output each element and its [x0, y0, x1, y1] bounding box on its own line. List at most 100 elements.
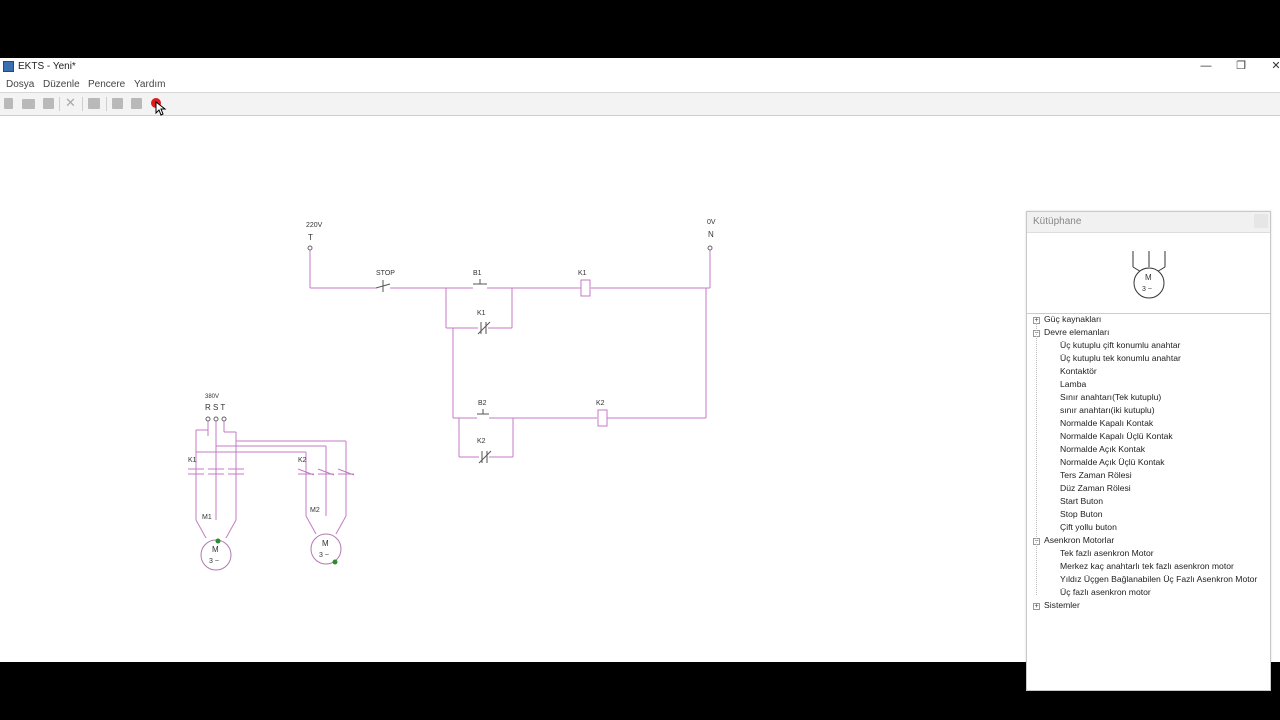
menu-duzenle[interactable]: Düzenle — [43, 79, 80, 90]
tree-item-label: Düz Zaman Rölesi — [1060, 483, 1131, 493]
power-k1-label: K1 — [188, 457, 197, 464]
motor1-symbol: M — [212, 545, 219, 554]
terminal-n — [707, 245, 713, 251]
tree-item-label: Normalde Açık Kontak — [1060, 444, 1146, 454]
k1-contact-label: K1 — [477, 310, 486, 317]
supply-right-neutral: N — [708, 230, 714, 239]
tree-item-label: Sınır anahtarı(Tek kutuplu) — [1060, 392, 1162, 402]
tree-item-duz-zaman-rolesi[interactable]: Düz Zaman Rölesi — [1060, 483, 1131, 496]
preview-motor-symbol: M — [1145, 273, 1152, 282]
tree-item-yildiz-ucgen-motor[interactable]: Yıldız Üçgen Bağlanabilen Üç Fazlı Asenk… — [1060, 574, 1257, 587]
stop-label: STOP — [376, 270, 395, 277]
wire — [305, 515, 317, 535]
wire — [225, 519, 237, 539]
power-voltage: 380V — [205, 394, 219, 400]
close-button[interactable]: ✕ — [1256, 58, 1280, 76]
motor-preview-icon: M 3 ~ — [1132, 251, 1166, 299]
window-title: EKTS - Yeni* — [18, 61, 76, 72]
tree-item-tek-fazli-asenkron-motor[interactable]: Tek fazlı asenkron Motor — [1060, 548, 1154, 561]
tree-item-uc-kutuplu-tek-konumlu-anahtar[interactable]: Üç kutuplu tek konumlu anahtar — [1060, 353, 1181, 366]
tree-item-kontaktor[interactable]: Kontaktör — [1060, 366, 1097, 379]
component-icon[interactable] — [112, 98, 123, 109]
tree-item-label: Yıldız Üçgen Bağlanabilen Üç Fazlı Asenk… — [1060, 574, 1258, 584]
tree-item-label: Tek fazlı asenkron Motor — [1060, 548, 1154, 558]
motor2-label: M2 — [310, 507, 320, 514]
toolbar-separator — [106, 97, 107, 111]
restore-button[interactable]: ❐ — [1221, 58, 1261, 76]
delete-icon[interactable]: ✕ — [65, 96, 76, 110]
menu-pencere[interactable]: Pencere — [88, 79, 125, 90]
tree-item-ters-zaman-rolesi[interactable]: Ters Zaman Rölesi — [1060, 470, 1132, 483]
tree-item-label: Kontaktör — [1060, 366, 1097, 376]
tree-item-normalde-kapali-uclu-kontak[interactable]: Normalde Kapalı Üçlü Kontak — [1060, 431, 1173, 444]
tree-item-guc-kaynaklari[interactable]: + Güç kaynakları — [1033, 314, 1102, 327]
b2-label: B2 — [478, 400, 487, 407]
tree-item-label: Sistemler — [1044, 600, 1080, 610]
tree-item-label: Üç kutuplu tek konumlu anahtar — [1060, 353, 1181, 363]
tree-item-label: Ters Zaman Rölesi — [1060, 470, 1132, 480]
tree-item-label: Güç kaynakları — [1044, 314, 1102, 324]
tree-item-uc-kutuplu-cift-konumlu-anahtar[interactable]: Üç kutuplu çift konumlu anahtar — [1060, 340, 1180, 353]
tree-item-label: Start Buton — [1060, 496, 1103, 506]
tree-item-label: Devre elemanları — [1044, 327, 1110, 337]
terminal-l — [307, 245, 313, 251]
tree-item-uc-fazli-asenkron-motor[interactable]: Üç fazlı asenkron motor — [1060, 587, 1151, 600]
coil-k1[interactable] — [580, 279, 591, 297]
supply-left-phase: T — [308, 233, 313, 242]
tree-item-normalde-acik-kontak[interactable]: Normalde Açık Kontak — [1060, 444, 1145, 457]
tree-item-devre-elemanlari[interactable]: − Devre elemanları — [1033, 327, 1110, 340]
component2-icon[interactable] — [131, 98, 142, 109]
tree-item-label: Normalde Kapalı Üçlü Kontak — [1060, 431, 1173, 441]
terminal-r — [205, 416, 211, 422]
library-close-button[interactable] — [1254, 214, 1268, 228]
tree-guide-line — [1036, 323, 1037, 595]
tree-item-cift-yollu-buton[interactable]: Çift yollu buton — [1060, 522, 1117, 535]
coil-k2[interactable] — [597, 409, 608, 427]
tree-item-lamba[interactable]: Lamba — [1060, 379, 1086, 392]
title-bar: EKTS - Yeni* — ❐ ✕ — [0, 58, 1280, 76]
power-phases: R S T — [205, 403, 225, 412]
toolbar-separator — [59, 97, 60, 111]
expand-icon[interactable]: + — [1033, 603, 1040, 610]
tree-item-sinir-anahtari-tek[interactable]: Sınır anahtarı(Tek kutuplu) — [1060, 392, 1161, 405]
drawing-canvas[interactable]: 220V T 0V N STOP B1 K1 K1 B2 K2 K2 380V … — [0, 116, 1280, 691]
tree-item-sistemler[interactable]: + Sistemler — [1033, 600, 1080, 613]
k2-contact-label: K2 — [477, 438, 486, 445]
menu-yardim[interactable]: Yardım — [134, 79, 166, 90]
menu-dosya[interactable]: Dosya — [6, 79, 34, 90]
tree-item-label: Üç fazlı asenkron motor — [1060, 587, 1151, 597]
terminal-s — [213, 416, 219, 422]
motor2-phase: 3 ~ — [319, 552, 329, 559]
motor1-phase: 3 ~ — [209, 558, 219, 565]
tree-item-normalde-kapali-kontak[interactable]: Normalde Kapalı Kontak — [1060, 418, 1153, 431]
tree-item-stop-buton[interactable]: Stop Buton — [1060, 509, 1103, 522]
new-file-icon[interactable] — [4, 98, 13, 109]
open-folder-icon[interactable] — [22, 99, 35, 109]
tree-item-label: Asenkron Motorlar — [1044, 535, 1115, 545]
tree-item-label: Üç kutuplu çift konumlu anahtar — [1060, 340, 1181, 350]
toolbar: ✕ — [0, 92, 1280, 116]
library-panel: Kütüphane M 3 ~ + Güç kaynakları − Devre el… — [1026, 211, 1271, 691]
wire — [335, 515, 347, 535]
save-icon[interactable] — [43, 98, 54, 109]
component-preview: M 3 ~ — [1027, 233, 1270, 314]
tree-item-start-buton[interactable]: Start Buton — [1060, 496, 1103, 509]
k2-coil-label: K2 — [596, 400, 605, 407]
tree-item-sinir-anahtari-iki[interactable]: sınır anahtarı(iki kutuplu) — [1060, 405, 1155, 418]
library-title: Kütüphane — [1033, 216, 1082, 227]
supply-right-voltage: 0V — [707, 219, 716, 226]
application-window: EKTS - Yeni* — ❐ ✕ Dosya Düzenle Pencere… — [0, 58, 1280, 691]
power-k2-label: K2 — [298, 457, 307, 464]
tree-item-merkez-kac-anahtarli-motor[interactable]: Merkez kaç anahtarlı tek fazlı asenkron … — [1060, 561, 1234, 574]
tree-item-asenkron-motorlar[interactable]: − Asenkron Motorlar — [1033, 535, 1115, 548]
mouse-cursor-icon — [155, 101, 167, 116]
tree-item-label: Merkez kaç anahtarlı tek fazlı asenkron … — [1060, 561, 1234, 571]
tree-item-label: Çift yollu buton — [1060, 522, 1117, 532]
print-icon[interactable] — [88, 98, 100, 109]
supply-left-voltage: 220V — [306, 222, 323, 229]
tree-item-normalde-acik-uclu-kontak[interactable]: Normalde Açık Üçlü Kontak — [1060, 457, 1165, 470]
minimize-button[interactable]: — — [1186, 58, 1226, 76]
library-header: Kütüphane — [1027, 212, 1270, 233]
tree-item-label: Lamba — [1060, 379, 1087, 389]
tree-item-label: Normalde Açık Üçlü Kontak — [1060, 457, 1165, 467]
